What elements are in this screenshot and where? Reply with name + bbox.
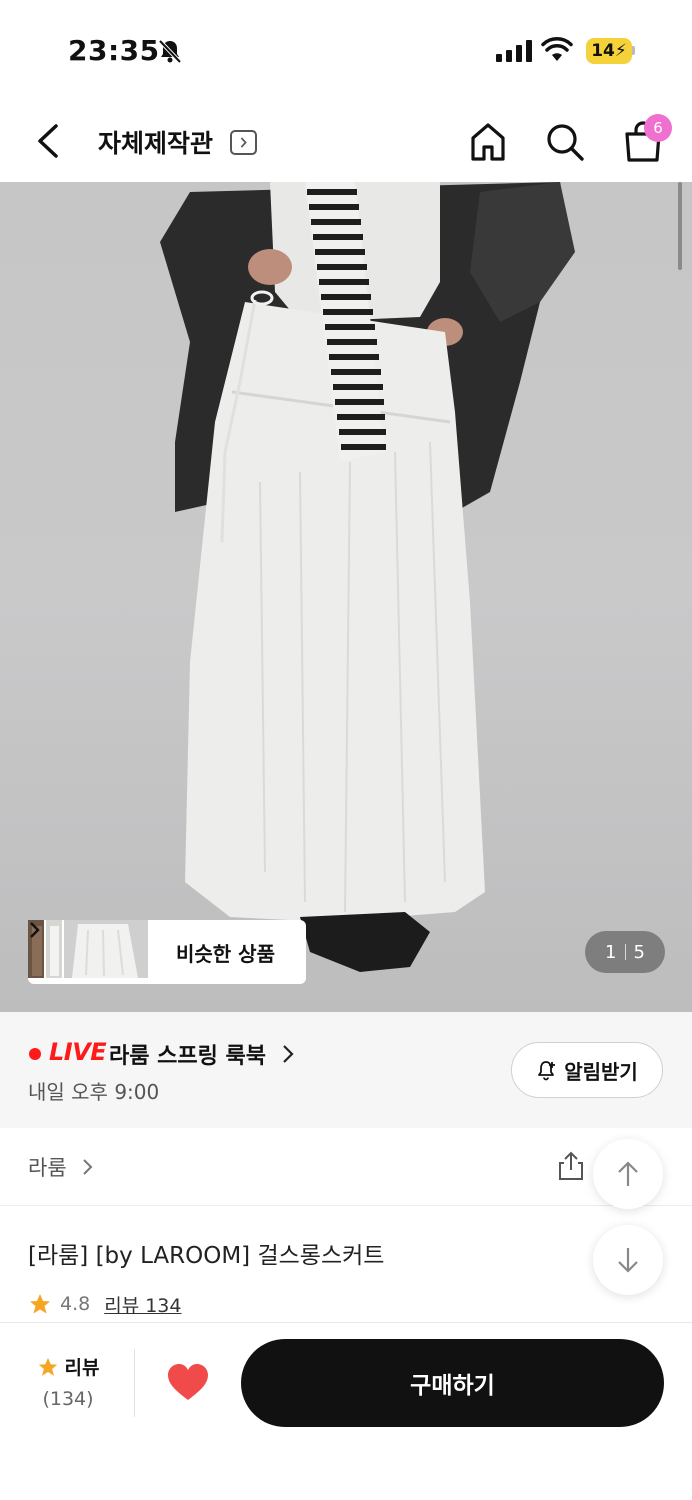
image-scroll-indicator [678, 182, 682, 270]
scroll-down-button[interactable] [593, 1225, 663, 1295]
bell-plus-icon [538, 1061, 556, 1081]
bell-off-icon [158, 39, 182, 64]
battery-tip [632, 46, 635, 55]
notify-button[interactable]: 알림받기 [511, 1042, 663, 1098]
brand-row: 라룸 [0, 1128, 692, 1206]
product-image[interactable]: 비슷한 상품 1 5 [0, 182, 692, 1012]
divider [134, 1349, 135, 1417]
live-time: 내일 오후 9:00 [28, 1080, 160, 1104]
bottom-action-bar: 리뷰 (134) 구매하기 [0, 1322, 692, 1500]
star-icon [30, 1294, 50, 1314]
review-summary-button[interactable]: 리뷰 (134) [28, 1353, 108, 1410]
product-title: [라룸] [by LAROOM] 걸스롱스커트 [28, 1243, 385, 1269]
arrow-down-icon [618, 1248, 638, 1273]
home-icon[interactable] [468, 120, 508, 164]
arrow-up-icon [618, 1161, 638, 1186]
review-link[interactable]: 리뷰 134 [104, 1291, 181, 1318]
battery-icon: 14 ⚡ [586, 38, 632, 64]
chevron-right-icon[interactable] [282, 1044, 294, 1064]
image-page-counter: 1 5 [585, 931, 665, 973]
rating-value: 4.8 [60, 1293, 91, 1315]
live-dot-icon [29, 1048, 41, 1060]
status-bar: 23:35 14 ⚡ [0, 0, 692, 100]
scroll-up-button[interactable] [593, 1139, 663, 1209]
buy-button[interactable]: 구매하기 [241, 1339, 664, 1427]
live-title[interactable]: 라룸 스프링 룩북 [109, 1038, 266, 1070]
chevron-right-icon[interactable] [82, 1158, 94, 1176]
nav-bar: 자체제작관 [0, 100, 692, 182]
chevron-right-icon[interactable] [230, 130, 257, 155]
notify-label: 알림받기 [564, 1059, 638, 1084]
similar-products-thumbnails [28, 920, 148, 978]
status-time: 23:35 [68, 34, 160, 67]
product-photo [160, 182, 575, 972]
live-badge: LIVE [49, 1038, 107, 1066]
battery-level: 14 [591, 41, 615, 61]
similar-products-button[interactable]: 비슷한 상품 [28, 920, 306, 984]
share-icon[interactable] [555, 1150, 587, 1182]
page-total: 5 [633, 941, 645, 963]
page-current: 1 [605, 941, 617, 963]
back-icon[interactable] [28, 118, 72, 164]
review-summary-count: (134) [42, 1388, 94, 1410]
live-banner[interactable]: LIVE 라룸 스프링 룩북 내일 오후 9:00 알림받기 [0, 1012, 692, 1128]
similar-products-label: 비슷한 상품 [176, 942, 275, 966]
wifi-icon [541, 37, 573, 61]
rating-row: 4.8 리뷰 134 [28, 1290, 181, 1318]
signal-icon [496, 40, 532, 62]
heart-icon[interactable] [166, 1361, 210, 1405]
review-summary-label: 리뷰 [64, 1357, 100, 1379]
page-separator [624, 944, 626, 960]
cart-count-badge: 6 [644, 114, 672, 142]
search-icon[interactable] [544, 120, 586, 164]
chevron-right-icon [30, 922, 40, 938]
page-title[interactable]: 자체제작관 [98, 124, 213, 160]
brand-link[interactable]: 라룸 [28, 1152, 67, 1182]
star-icon [38, 1357, 57, 1376]
